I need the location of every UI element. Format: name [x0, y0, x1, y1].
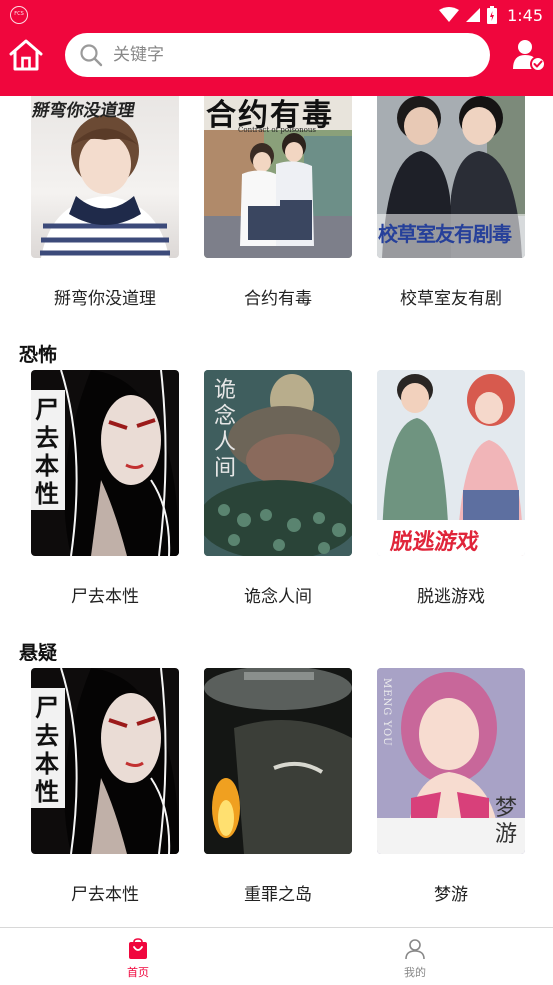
tab-mine[interactable]: 我的 — [345, 928, 485, 985]
battery-icon — [487, 6, 498, 24]
book-cover[interactable]: 掰弯你没道理 — [31, 96, 179, 258]
book-cover[interactable]: 尸去本性 — [31, 668, 179, 854]
book-title[interactable]: 梦游 — [377, 880, 525, 905]
user-verified-icon[interactable] — [511, 37, 547, 73]
search-input[interactable] — [113, 40, 490, 70]
book-cover[interactable]: 校草室友有剧毒 — [377, 96, 525, 258]
tab-mine-label: 我的 — [404, 966, 426, 979]
search-icon — [80, 44, 103, 67]
book-cover[interactable]: 尸去本性 — [31, 370, 179, 556]
cover-title-art: 梦游 — [495, 796, 518, 847]
book-title[interactable]: 诡念人间 — [204, 582, 352, 607]
status-bar: FCS 1:45 — [0, 0, 553, 30]
clock: 1:45 — [507, 5, 543, 25]
status-icons: 1:45 — [439, 5, 543, 25]
book-cover[interactable]: MENG YOU 梦游 — [377, 668, 525, 854]
section-title: 恐怖 — [19, 344, 58, 366]
cover-art — [204, 668, 352, 854]
book-title[interactable]: 尸去本性 — [31, 582, 179, 607]
book-cover[interactable]: 诡念人间 — [204, 370, 352, 556]
home-icon[interactable] — [8, 37, 44, 73]
tab-home-label: 首页 — [127, 966, 149, 979]
book-title[interactable]: 校草室友有剧 — [377, 284, 525, 309]
bottom-navigation: 首页 我的 — [0, 927, 553, 985]
person-icon — [405, 939, 425, 960]
cover-subtitle-art: MENG YOU — [381, 678, 392, 747]
section-title: 悬疑 — [19, 642, 58, 664]
book-cover[interactable]: 合约有毒 Contract of poisonous — [204, 96, 352, 258]
book-title[interactable]: 尸去本性 — [31, 880, 179, 905]
cover-subtitle-art: Contract of poisonous — [238, 126, 316, 134]
cover-title-art: 尸去本性 — [35, 693, 59, 806]
tab-home[interactable]: 首页 — [68, 928, 208, 985]
search-bar[interactable] — [65, 33, 490, 77]
book-cover[interactable] — [204, 668, 352, 854]
cover-title-art: 校草室友有剧毒 — [378, 222, 512, 246]
book-title[interactable]: 合约有毒 — [204, 284, 352, 309]
home-bag-icon — [129, 938, 147, 959]
book-cover[interactable]: 脱逃游戏 — [377, 370, 525, 556]
signal-icon — [466, 8, 481, 22]
book-title[interactable]: 重罪之岛 — [204, 880, 352, 905]
book-title[interactable]: 脱逃游戏 — [377, 582, 525, 607]
cover-title-art: 尸去本性 — [35, 395, 59, 508]
wifi-icon — [439, 7, 460, 22]
app-notification-icon: FCS — [10, 6, 28, 24]
cover-title-art: 诡念人间 — [214, 378, 237, 481]
cover-title-art: 掰弯你没道理 — [31, 101, 137, 121]
book-title[interactable]: 掰弯你没道理 — [31, 284, 179, 309]
app-header — [0, 30, 553, 96]
cover-title-art: 脱逃游戏 — [388, 529, 481, 555]
